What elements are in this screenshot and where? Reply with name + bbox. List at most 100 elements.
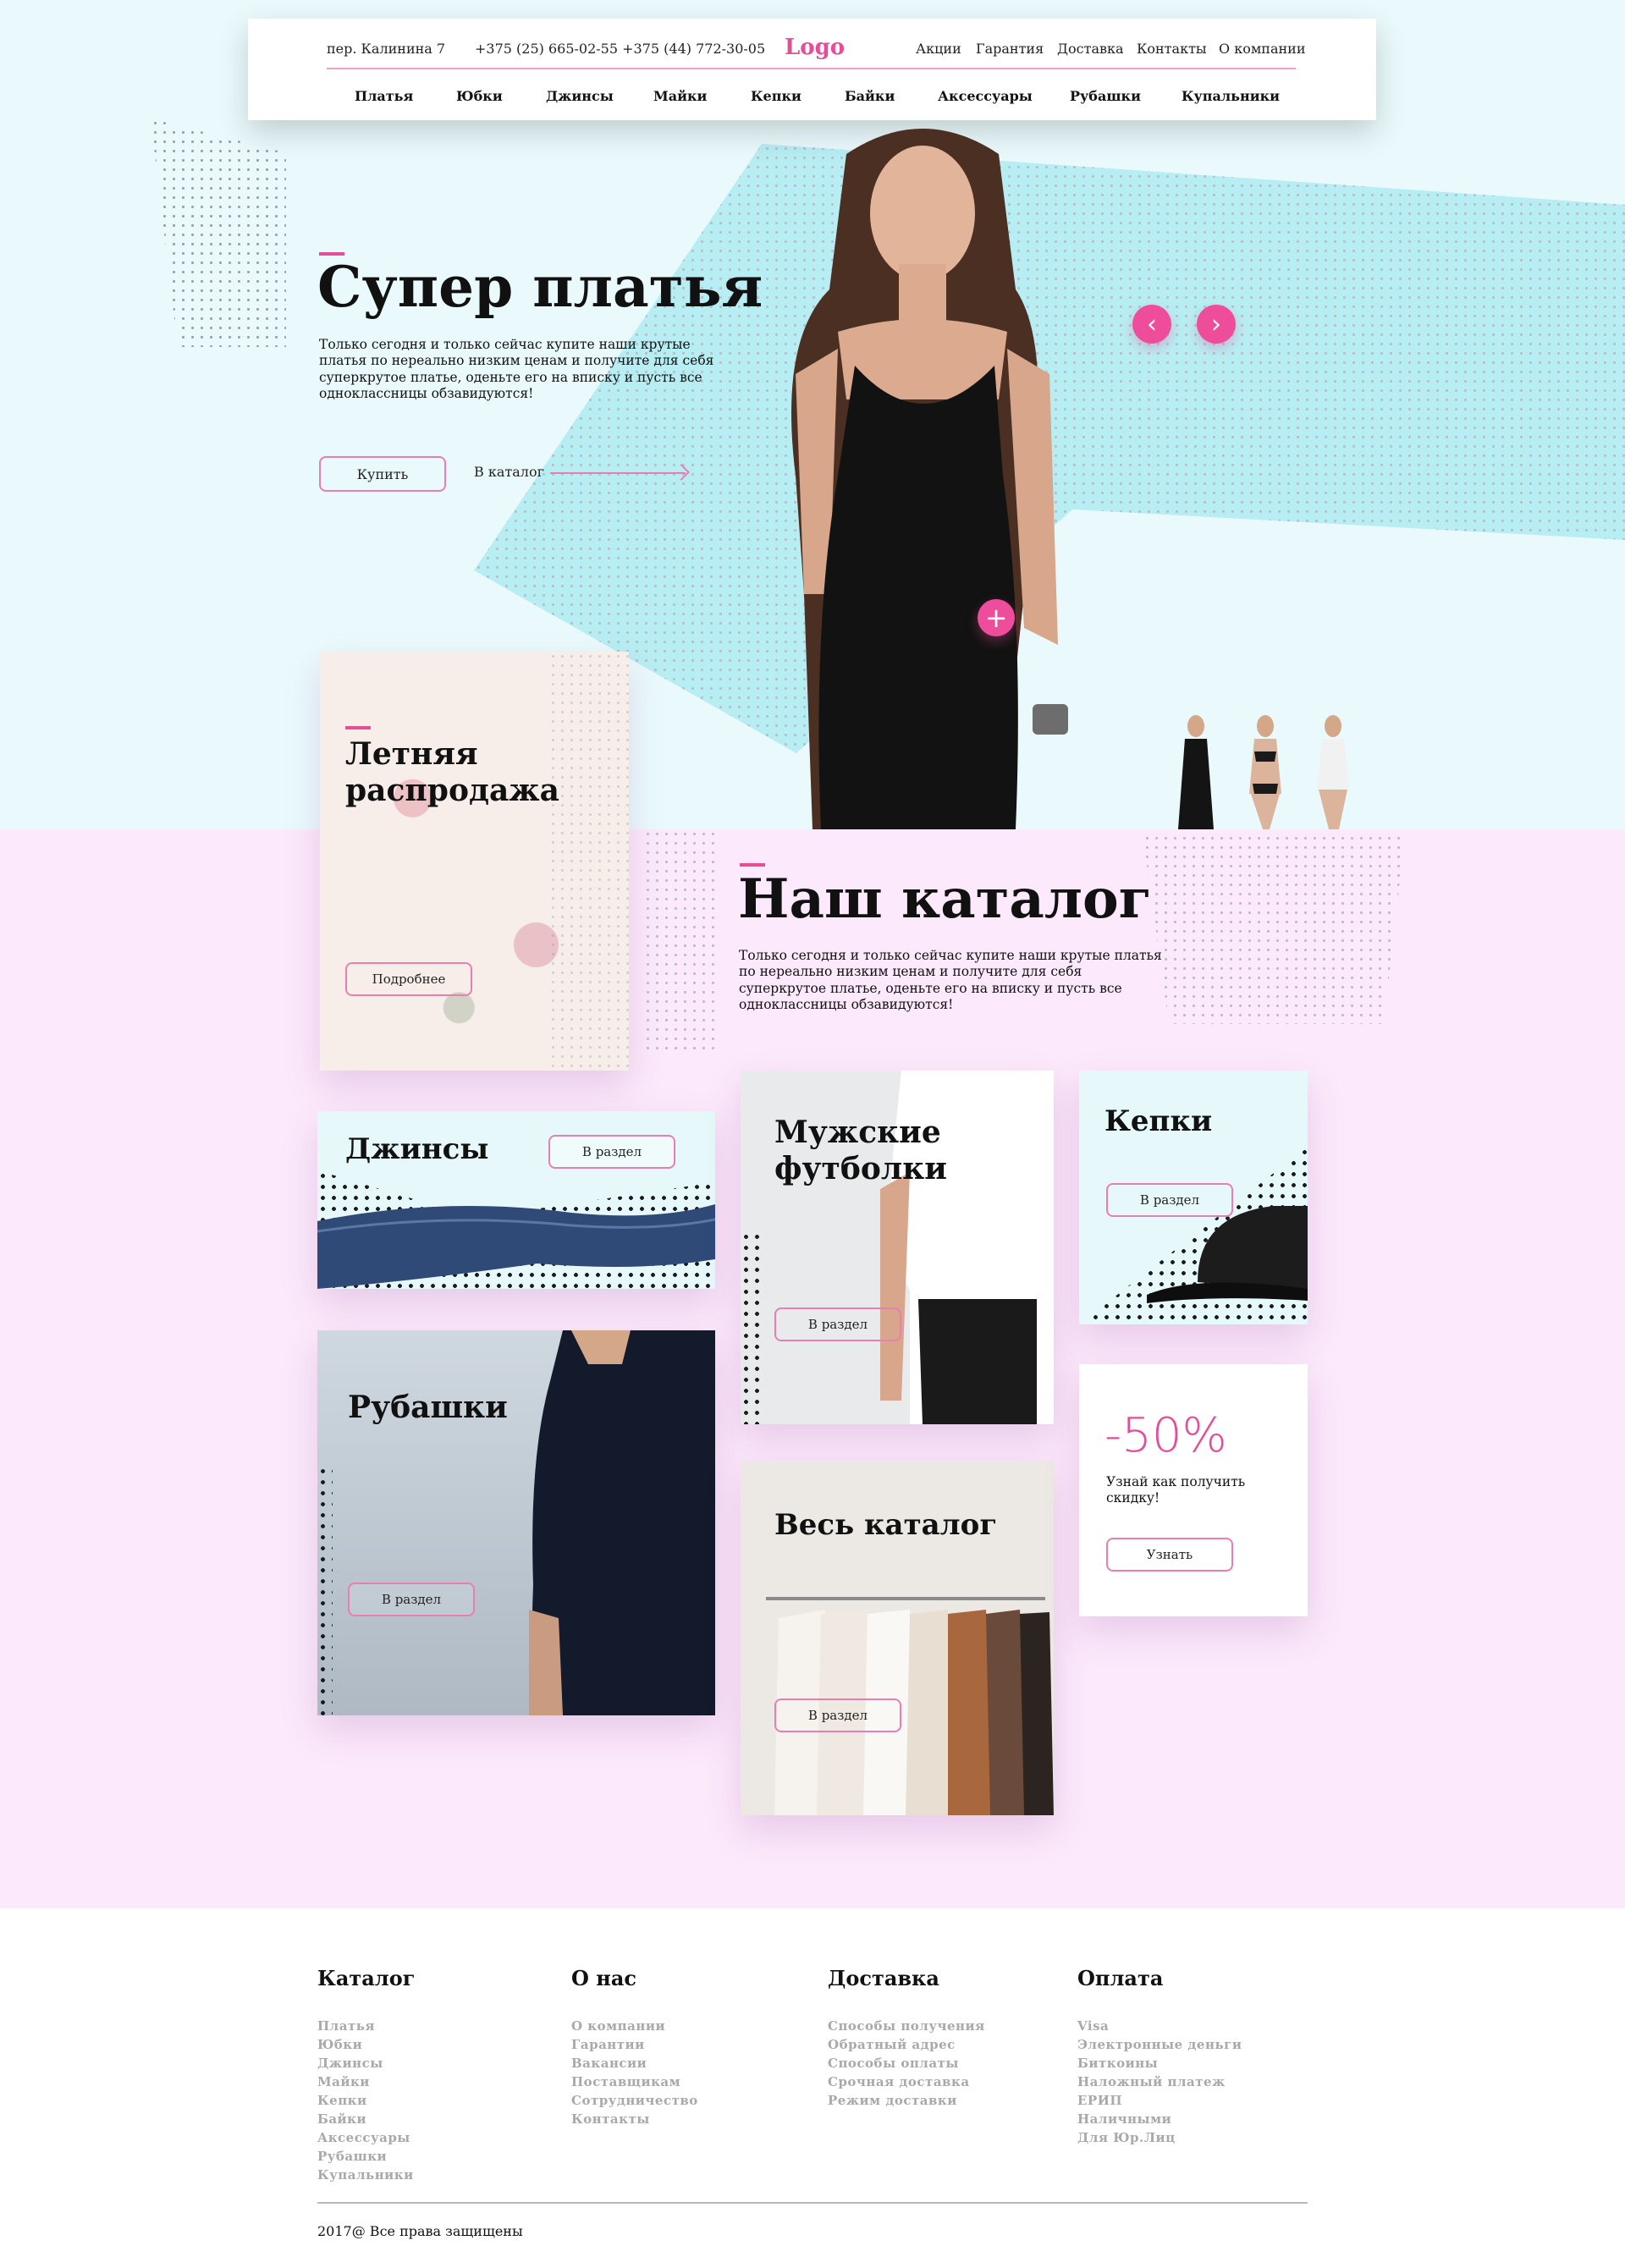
hero-model-image — [791, 129, 1068, 829]
slider-prev-button[interactable]: ‹ — [1132, 305, 1171, 344]
thumbnail-1[interactable] — [1166, 709, 1226, 829]
footer-link[interactable]: Способы оплаты — [828, 2054, 985, 2073]
footer-link[interactable]: Рубашки — [317, 2147, 414, 2166]
nav-item-shirts[interactable]: Рубашки — [1070, 88, 1141, 104]
footer-background — [0, 1908, 1625, 2268]
footer-link[interactable]: Срочная доставка — [828, 2073, 985, 2091]
header-divider — [327, 68, 1296, 69]
arrow-line — [550, 472, 686, 474]
jeans-image — [317, 1204, 715, 1289]
site-header: пер. Калинина 7 +375 (25) 665-02-55 +375… — [248, 19, 1376, 120]
footer-link[interactable]: Вакансии — [571, 2054, 698, 2073]
catalog-title: Наш каталог — [738, 867, 1152, 931]
nav-item-accessories[interactable]: Аксессуары — [938, 88, 1033, 104]
footer-link[interactable]: Контакты — [571, 2110, 698, 2128]
footer-link[interactable]: Юбки — [317, 2035, 414, 2054]
more-button[interactable]: Подробнее — [345, 962, 472, 996]
nav-item-swimwear[interactable]: Купальники — [1182, 88, 1280, 104]
shirts-title: Рубашки — [348, 1390, 508, 1425]
footer-heading-catalog: Каталог — [317, 1966, 416, 1990]
tshirts-title: Мужские футболки — [774, 1115, 947, 1187]
footer-list-catalog: Платья Юбки Джинсы Майки Кепки Байки Акс… — [317, 2017, 414, 2184]
catalog-dots-left — [643, 829, 719, 1054]
logo[interactable]: Logo — [785, 35, 845, 60]
discount-text: Узнай как получить скидку! — [1106, 1474, 1246, 1506]
caps-section-button[interactable]: В раздел — [1106, 1183, 1233, 1217]
summer-sale-title: Летняя распродажа — [345, 736, 559, 809]
shirts-section-button[interactable]: В раздел — [348, 1583, 475, 1616]
card-accent-line — [345, 726, 371, 729]
discount-value: -50% — [1104, 1408, 1227, 1463]
mens-tshirts-card[interactable]: Мужские футболки В раздел — [741, 1071, 1054, 1424]
all-catalog-card[interactable]: Весь каталог В раздел — [741, 1462, 1054, 1815]
footer-link[interactable]: Купальники — [317, 2166, 414, 2184]
catalog-accent-line — [740, 863, 765, 867]
shirts-card[interactable]: Рубашки В раздел — [317, 1330, 715, 1715]
footer-heading-delivery: Доставка — [828, 1966, 939, 1990]
jeans-card[interactable]: Джинсы В раздел — [317, 1111, 715, 1289]
footer-list-about: О компании Гарантии Вакансии Поставщикам… — [571, 2017, 698, 2128]
footer-link[interactable]: ЕРИП — [1077, 2091, 1242, 2110]
thumbnail-3[interactable] — [1303, 709, 1363, 829]
all-catalog-title: Весь каталог — [774, 1508, 998, 1542]
footer-link[interactable]: Кепки — [317, 2091, 414, 2110]
footer-link[interactable]: Способы получения — [828, 2017, 985, 2035]
footer-link[interactable]: Наложный платеж — [1077, 2073, 1242, 2091]
add-to-cart-button[interactable]: + — [978, 599, 1015, 636]
nav-item-dresses[interactable]: Платья — [355, 88, 413, 104]
footer-link[interactable]: Платья — [317, 2017, 414, 2035]
footer-link[interactable]: Джинсы — [317, 2054, 414, 2073]
top-link-delivery[interactable]: Доставка — [1057, 41, 1124, 57]
thumbnail-2[interactable] — [1236, 709, 1295, 829]
discount-card: -50% Узнай как получить скидку! Узнать — [1079, 1364, 1308, 1616]
catalog-link[interactable]: В каталог — [474, 464, 544, 480]
hero-title: Супер платья — [317, 254, 763, 320]
footer-link[interactable]: Для Юр.Лиц — [1077, 2128, 1242, 2147]
caps-title: Кепки — [1104, 1104, 1213, 1138]
footer-link[interactable]: Поставщикам — [571, 2073, 698, 2091]
footer-link[interactable]: Режим доставки — [828, 2091, 985, 2110]
top-link-warranty[interactable]: Гарантия — [976, 41, 1044, 57]
shirts-image — [529, 1330, 715, 1715]
footer-list-payment: Visa Электронные деньги Биткоины Наложны… — [1077, 2017, 1242, 2147]
nav-item-hoodies[interactable]: Байки — [845, 88, 895, 104]
floral-pattern — [320, 652, 629, 1071]
footer-divider — [317, 2202, 1308, 2204]
footer-link[interactable]: Наличными — [1077, 2110, 1242, 2128]
top-link-contacts[interactable]: Контакты — [1137, 41, 1207, 57]
footer-link[interactable]: Электронные деньги — [1077, 2035, 1242, 2054]
jeans-title: Джинсы — [345, 1132, 489, 1166]
nav-item-caps[interactable]: Кепки — [751, 88, 801, 104]
header-address: пер. Калинина 7 — [327, 41, 446, 57]
footer-link[interactable]: Биткоины — [1077, 2054, 1242, 2073]
footer-heading-payment: Оплата — [1077, 1966, 1164, 1990]
nav-item-skirts[interactable]: Юбки — [456, 88, 503, 104]
learn-button[interactable]: Узнать — [1106, 1538, 1233, 1572]
nav-item-tops[interactable]: Майки — [653, 88, 707, 104]
copyright: 2017@ Все права защищены — [317, 2223, 523, 2239]
footer-link[interactable]: Гарантии — [571, 2035, 698, 2054]
summer-sale-card[interactable]: Летняя распродажа Подробнее — [320, 652, 629, 1071]
catalog-dots-right — [1143, 834, 1405, 1024]
top-link-about[interactable]: О компании — [1219, 41, 1305, 57]
hero-description: Только сегодня и только сейчас купите на… — [319, 337, 714, 402]
footer-link[interactable]: Байки — [317, 2110, 414, 2128]
jeans-section-button[interactable]: В раздел — [548, 1135, 675, 1169]
footer-list-delivery: Способы получения Обратный адрес Способы… — [828, 2017, 985, 2110]
caps-card[interactable]: Кепки В раздел — [1079, 1071, 1308, 1324]
footer-link[interactable]: Майки — [317, 2073, 414, 2091]
nav-item-jeans[interactable]: Джинсы — [546, 88, 614, 104]
footer-link[interactable]: Visa — [1077, 2017, 1242, 2035]
footer-link[interactable]: Обратный адрес — [828, 2035, 985, 2054]
footer-link[interactable]: Аксессуары — [317, 2128, 414, 2147]
tshirts-section-button[interactable]: В раздел — [774, 1307, 901, 1341]
top-link-promo[interactable]: Акции — [916, 41, 961, 57]
buy-button[interactable]: Купить — [319, 456, 446, 492]
header-phones[interactable]: +375 (25) 665-02-55 +375 (44) 772-30-05 — [475, 41, 765, 57]
footer-heading-about: О нас — [571, 1966, 636, 1990]
all-catalog-section-button[interactable]: В раздел — [774, 1698, 901, 1732]
footer-link[interactable]: О компании — [571, 2017, 698, 2035]
footer-link[interactable]: Сотрудничество — [571, 2091, 698, 2110]
catalog-description: Только сегодня и только сейчас купите на… — [739, 948, 1162, 1013]
slider-next-button[interactable]: › — [1197, 305, 1236, 344]
